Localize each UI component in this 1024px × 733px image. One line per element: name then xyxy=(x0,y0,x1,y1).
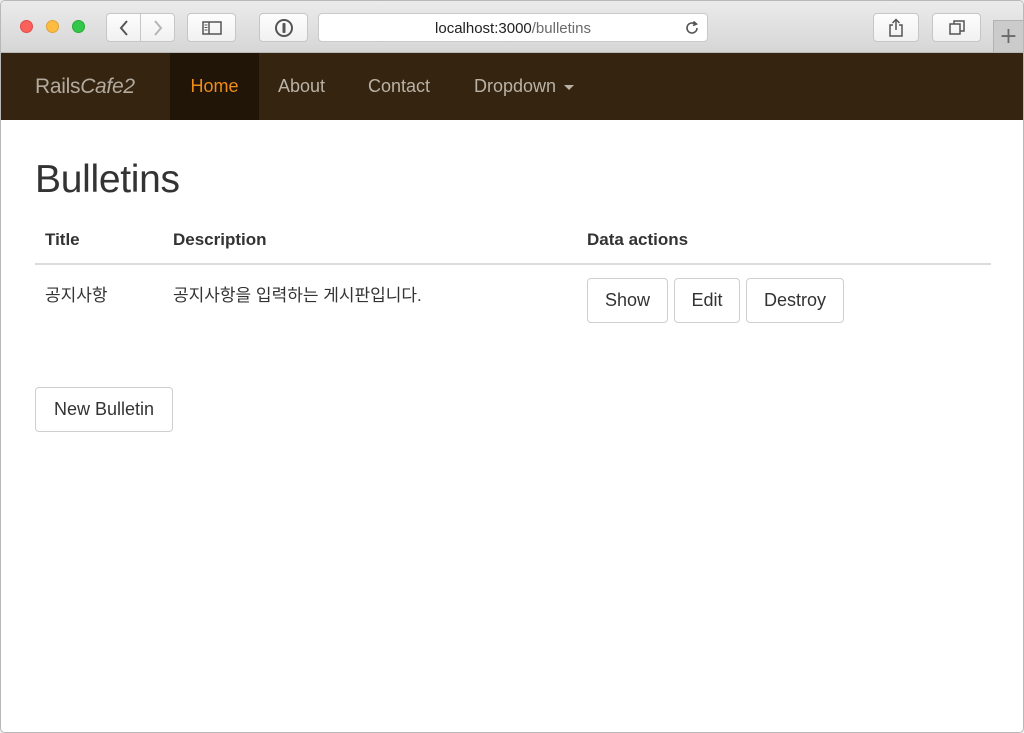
page-content: Bulletins Title Description Data actions… xyxy=(1,120,1023,732)
chevron-left-icon xyxy=(119,19,128,36)
show-tabs-button[interactable] xyxy=(932,13,981,42)
brand-logo[interactable]: RailsCafe2 xyxy=(35,75,135,99)
chevron-right-icon xyxy=(153,19,162,36)
share-button[interactable] xyxy=(873,13,919,42)
caret-down-icon xyxy=(564,84,575,90)
zoom-window-button[interactable] xyxy=(72,20,85,33)
show-button[interactable]: Show xyxy=(587,278,668,323)
browser-window: localhost:3000/bulletins + RailsCafe2 Ho… xyxy=(0,0,1024,733)
nav-item-home[interactable]: Home xyxy=(170,53,259,120)
table-header-divider xyxy=(35,263,991,265)
app-navbar: RailsCafe2 Home About Contact Dropdown xyxy=(1,53,1023,120)
nav-item-about[interactable]: About xyxy=(278,53,325,120)
url-path: /bulletins xyxy=(531,20,591,37)
address-url: localhost:3000/bulletins xyxy=(319,20,707,37)
table-header-actions: Data actions xyxy=(587,230,689,249)
minimize-window-button[interactable] xyxy=(46,20,59,33)
back-button[interactable] xyxy=(106,13,141,42)
new-tab-button[interactable]: + xyxy=(993,20,1023,52)
browser-toolbar: localhost:3000/bulletins + xyxy=(1,1,1023,53)
sidebar-icon xyxy=(201,20,222,35)
brand-name: Rails xyxy=(35,75,81,98)
edit-button[interactable]: Edit xyxy=(674,278,740,323)
bulletin-title-cell: 공지사항 xyxy=(45,286,108,305)
url-host: localhost:3000 xyxy=(435,20,532,37)
new-bulletin-button[interactable]: New Bulletin xyxy=(35,387,173,432)
nav-item-label: Home xyxy=(190,76,239,96)
key-icon xyxy=(274,18,293,37)
table-header-description: Description xyxy=(173,230,267,249)
bulletin-description-cell: 공지사항을 입력하는 게시판입니다. xyxy=(173,286,422,305)
nav-item-contact[interactable]: Contact xyxy=(368,53,430,120)
brand-name-italic: Cafe2 xyxy=(80,75,135,98)
share-icon xyxy=(889,17,903,37)
close-window-button[interactable] xyxy=(20,20,33,33)
nav-item-label: About xyxy=(278,76,326,96)
page-title: Bulletins xyxy=(35,158,180,201)
nav-item-label: Dropdown xyxy=(474,76,557,96)
password-manager-button[interactable] xyxy=(259,13,308,42)
table-header-title: Title xyxy=(45,230,80,249)
tabs-icon xyxy=(948,19,965,35)
reload-icon[interactable] xyxy=(684,20,700,36)
nav-item-label: Contact xyxy=(368,76,431,96)
destroy-button[interactable]: Destroy xyxy=(746,278,844,323)
sidebar-toggle-button[interactable] xyxy=(187,13,236,42)
nav-dropdown-toggle[interactable]: Dropdown xyxy=(474,53,575,120)
forward-button[interactable] xyxy=(140,13,175,42)
address-bar[interactable]: localhost:3000/bulletins xyxy=(318,13,708,42)
